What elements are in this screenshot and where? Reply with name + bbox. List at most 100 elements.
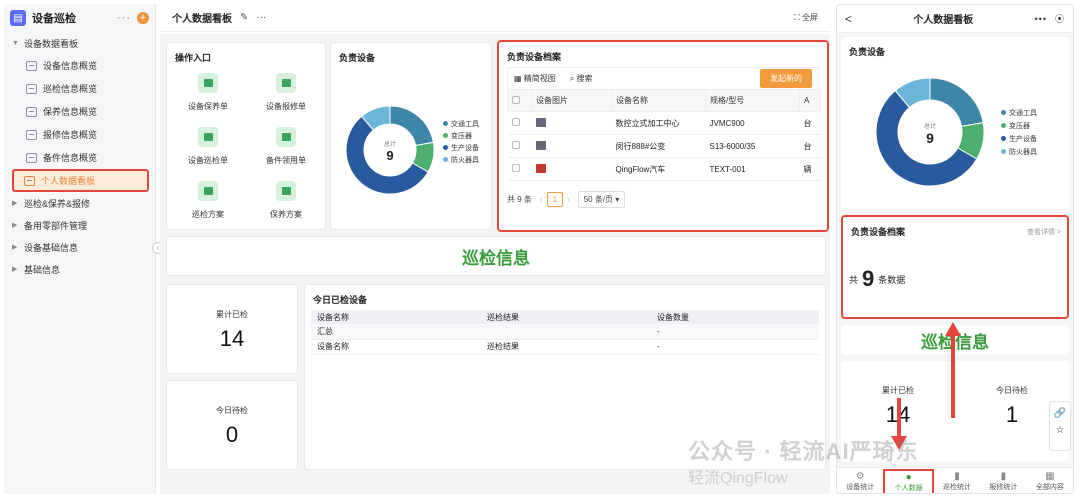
row-checkbox[interactable] xyxy=(511,141,520,149)
column-header[interactable]: A xyxy=(799,89,821,112)
back-icon[interactable]: < xyxy=(845,12,852,26)
device-spec-cell: S13-6000/35 xyxy=(705,134,800,158)
sidebar-item-parts-overview[interactable]: 备件信息概览 xyxy=(4,146,155,169)
table-row: 设备名称 巡检结果 - xyxy=(311,339,819,355)
sidebar-group-inspection[interactable]: ▶ 巡检&保养&报修 xyxy=(4,192,155,214)
floating-tools: 🔗 ☆ xyxy=(1049,401,1071,451)
inspection-banner: 巡检信息 xyxy=(166,236,826,276)
today-title: 今日已检设备 xyxy=(313,295,368,305)
device-image xyxy=(535,163,546,173)
summary-row: 汇总 - xyxy=(311,324,819,340)
sidebar-group-dashboard[interactable]: ▼ 设备数据看板 xyxy=(4,32,155,54)
prev-page-icon[interactable]: ‹ xyxy=(540,195,543,204)
sidebar-item-inspect-overview[interactable]: 巡检信息概览 xyxy=(4,77,155,100)
sidebar-item-device-overview[interactable]: 设备信息概览 xyxy=(4,54,155,77)
entry-inspect-form[interactable]: 设备巡检单 xyxy=(173,127,243,166)
donut-center-label: 总计 xyxy=(923,124,936,130)
next-page-icon[interactable]: › xyxy=(567,195,570,204)
stat-today-pending: 今日待检 0 xyxy=(166,380,298,470)
chevron-down-icon: ▾ xyxy=(613,195,620,204)
bar-chart-icon: ▮ xyxy=(1000,471,1007,482)
clipboard-icon xyxy=(276,127,296,147)
sidebar-group-spare-parts[interactable]: ▶ 备用零部件管理 xyxy=(4,214,155,236)
device-name-cell: 数控立式加工中心 xyxy=(611,111,706,135)
sidebar-item-maintain-overview[interactable]: 保养信息概览 xyxy=(4,100,155,123)
edit-icon[interactable]: ✎ xyxy=(240,12,248,23)
column-header[interactable]: 设备图片 xyxy=(531,89,612,112)
more-icon[interactable]: ··· xyxy=(256,12,266,23)
entry-maintain-form[interactable]: 设备保养单 xyxy=(173,73,243,112)
form-icon xyxy=(198,127,218,147)
entry-maintain-plan[interactable]: 保养方案 xyxy=(251,181,321,220)
target-icon[interactable]: ⦿ xyxy=(1055,12,1065,25)
annotation-arrow-head xyxy=(945,322,961,336)
legend-dot xyxy=(1001,110,1006,115)
caret-down-icon: ▼ xyxy=(12,39,19,47)
view-detail-link[interactable]: 查看详情 > xyxy=(1027,227,1061,237)
star-icon[interactable]: ☆ xyxy=(1050,425,1070,436)
device-image xyxy=(535,140,546,150)
mobile-header: < 个人数据看板 ••• ⦿ xyxy=(837,5,1073,33)
device-spec-cell: TEXT-001 xyxy=(705,157,800,181)
grid-icon xyxy=(198,181,218,201)
legend-item: 防火器具 xyxy=(443,155,479,167)
nav-personal-data[interactable]: ● 个人数据 xyxy=(883,468,934,493)
chart-icon xyxy=(26,106,37,117)
today-table: 设备名称 巡检结果 设备数量 汇总 - 设备名称 巡检结果 - xyxy=(311,310,819,355)
chart-icon xyxy=(26,60,37,71)
nav-repair-stats[interactable]: ▮ 报修统计 xyxy=(980,471,1026,492)
donut-center-value: 9 xyxy=(386,148,394,163)
device-spec-cell: JVMC900 xyxy=(705,111,800,135)
legend-item: 变压器 xyxy=(1001,120,1037,133)
select-all-checkbox[interactable] xyxy=(512,95,520,104)
sidebar-group-device-base[interactable]: ▶ 设备基础信息 xyxy=(4,236,155,258)
legend-dot xyxy=(443,121,448,126)
mobile-responsible-card: 负责设备 总计 9 交通工具 变压器 生产设备 防火器具 xyxy=(841,37,1069,209)
row-checkbox[interactable] xyxy=(511,164,520,172)
current-page[interactable]: 1 xyxy=(546,192,564,207)
watermark-brand: 轻流QingFlow xyxy=(688,470,788,487)
page-size-select[interactable]: 50 条/页 ▾ xyxy=(577,191,626,208)
entry-inspect-plan[interactable]: 巡检方案 xyxy=(173,181,243,220)
page-title: 个人数据看板 xyxy=(172,14,232,25)
sidebar-group-base-info[interactable]: ▶ 基础信息 xyxy=(4,258,155,280)
device-extra-cell: 台 xyxy=(799,134,821,158)
row-checkbox[interactable] xyxy=(511,118,520,126)
legend-item: 交通工具 xyxy=(1001,107,1037,120)
column-header[interactable]: 规格/型号 xyxy=(705,89,800,112)
user-icon: ● xyxy=(905,471,912,483)
donut-slice-交通工具[interactable] xyxy=(929,77,984,128)
sidebar-item-personal-dashboard[interactable]: 个人数据看板 xyxy=(12,169,149,192)
mobile-responsible-title: 负责设备 xyxy=(849,47,886,57)
nav-device-stats[interactable]: ⚙ 设备统计 xyxy=(837,471,883,492)
table-row[interactable]: 闵行888#公变 S13-6000/35 台 xyxy=(507,134,821,158)
sidebar-item-repair-overview[interactable]: 报修信息概览 xyxy=(4,123,155,146)
more-icon[interactable]: ··· xyxy=(117,12,131,24)
stat-total-inspected: 累计已检 14 xyxy=(166,284,298,374)
annotation-arrow-up xyxy=(951,334,955,418)
stat-label: 累计已检 xyxy=(216,310,248,319)
fullscreen-button[interactable]: ⛶ 全屏 xyxy=(794,12,818,23)
mobile-archive-card[interactable]: 查看详情 > 负责设备档案 共 9 条数据 xyxy=(841,215,1069,319)
view-toggle[interactable]: ▦ 精简视图 xyxy=(514,73,556,84)
column-header[interactable]: 设备名称 xyxy=(611,89,706,112)
caret-right-icon: ▶ xyxy=(12,200,18,207)
new-record-button[interactable]: 发起新的 xyxy=(760,69,812,88)
stat-value: 14 xyxy=(219,326,245,351)
nav-all-content[interactable]: ▦ 全部内容 xyxy=(1027,471,1073,492)
entry-repair-form[interactable]: 设备报修单 xyxy=(251,73,321,112)
nav-inspect-stats[interactable]: ▮ 巡检统计 xyxy=(934,471,980,492)
more-icon[interactable]: ••• xyxy=(1035,14,1047,24)
top-bar: 个人数据看板 ✎ ··· ⛶ 全屏 xyxy=(160,4,830,32)
link-icon[interactable]: 🔗 xyxy=(1050,408,1070,419)
legend-item: 防火器具 xyxy=(1001,146,1037,159)
entry-parts-form[interactable]: 备件领用单 xyxy=(251,127,321,166)
entry-title: 操作入口 xyxy=(175,53,212,63)
bar-chart-icon: ▮ xyxy=(954,471,960,482)
search-button[interactable]: ⌕ 搜索 xyxy=(570,73,593,84)
add-button[interactable]: + xyxy=(137,12,149,24)
caret-right-icon: ▶ xyxy=(12,244,18,251)
table-row[interactable]: QingFlow汽车 TEXT-001 辆 xyxy=(507,157,821,181)
chart-icon xyxy=(24,175,35,186)
table-row[interactable]: 数控立式加工中心 JVMC900 台 xyxy=(507,111,821,135)
